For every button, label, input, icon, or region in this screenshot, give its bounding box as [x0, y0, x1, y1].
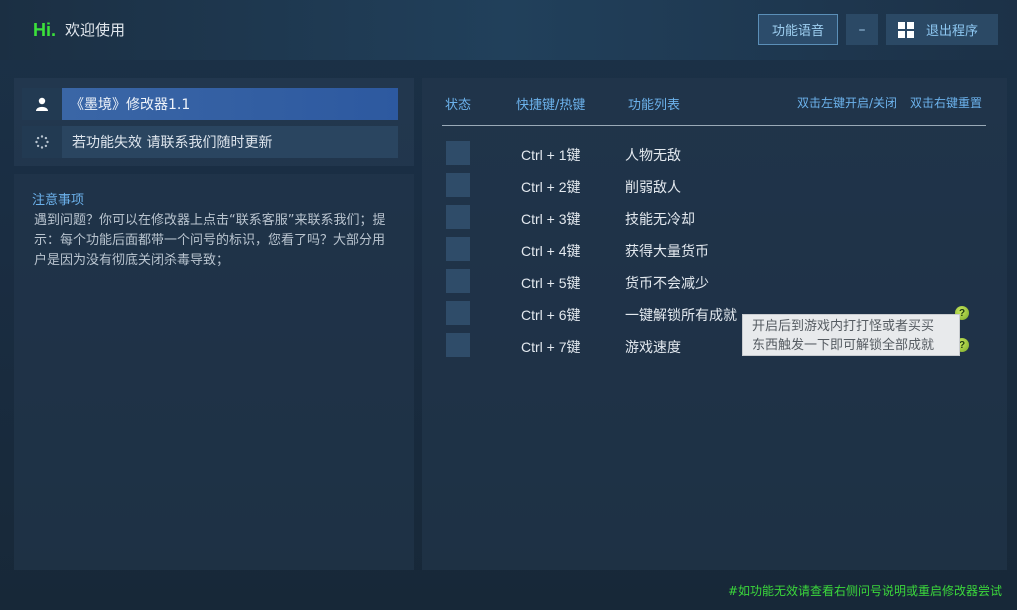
- hotkey: Ctrl + 2键: [521, 179, 581, 195]
- status-toggle[interactable]: [446, 269, 470, 293]
- voice-button[interactable]: 功能语音: [758, 14, 838, 45]
- windows-icon: [898, 21, 914, 38]
- header-bar: Hi. 欢迎使用 功能语音 – 退出程序: [0, 0, 1017, 60]
- feature-name: 货币不会减少: [625, 276, 709, 292]
- feature-name: 游戏速度: [625, 340, 681, 356]
- hotkey: Ctrl + 5键: [521, 275, 581, 291]
- footer-tip: #如功能无效请查看右侧问号说明或重启修改器尝试: [727, 584, 1002, 598]
- hint-double-left-click: 双击左键开启/关闭: [797, 96, 898, 110]
- feature-row[interactable]: Ctrl + 1键 人物无敌: [446, 141, 976, 165]
- welcome-text: 欢迎使用: [65, 21, 126, 39]
- trainer-title-row: 《墨境》修改器1.1: [22, 88, 398, 120]
- status-toggle[interactable]: [446, 205, 470, 229]
- feature-row[interactable]: Ctrl + 2键 削弱敌人: [446, 173, 976, 197]
- notice-body: 遇到问题？你可以在修改器上点击“联系客服”来联系我们；提示：每个功能后面都带一个…: [34, 213, 386, 268]
- user-icon: [22, 88, 62, 120]
- feature-name: 削弱敌人: [625, 180, 681, 196]
- feature-name: 技能无冷却: [625, 212, 695, 228]
- column-features: 功能列表: [628, 98, 681, 113]
- feature-row[interactable]: Ctrl + 4键 获得大量货币: [446, 237, 976, 261]
- tooltip-line-1: 开启后到游戏内打打怪或者买买: [752, 319, 935, 334]
- status-toggle[interactable]: [446, 173, 470, 197]
- status-toggle[interactable]: [446, 141, 470, 165]
- column-hotkey: 快捷键/热键: [516, 98, 586, 113]
- feature-row[interactable]: Ctrl + 5键 货币不会减少: [446, 269, 976, 293]
- help-tooltip: 开启后到游戏内打打怪或者买买 东西触发一下即可解锁全部成就: [742, 314, 960, 356]
- feature-name: 获得大量货币: [625, 244, 709, 260]
- hi-logo: Hi.: [33, 20, 57, 40]
- column-status: 状态: [445, 98, 472, 113]
- status-toggle[interactable]: [446, 333, 470, 357]
- hint-double-right-click: 双击右键重置: [910, 96, 983, 110]
- tooltip-line-2: 东西触发一下即可解锁全部成就: [752, 338, 935, 353]
- update-note: 若功能失效 请联系我们随时更新: [62, 126, 398, 158]
- feature-name: 人物无敌: [625, 148, 681, 164]
- hotkey: Ctrl + 4键: [521, 243, 581, 259]
- trainer-title: 《墨境》修改器1.1: [62, 88, 398, 120]
- exit-button[interactable]: 退出程序: [886, 14, 998, 45]
- header-divider: [442, 125, 986, 126]
- hotkey: Ctrl + 3键: [521, 211, 581, 227]
- update-note-row: 若功能失效 请联系我们随时更新: [22, 126, 398, 158]
- hotkey: Ctrl + 7键: [521, 339, 581, 355]
- notice-title: 注意事项: [32, 193, 85, 208]
- hotkey: Ctrl + 6键: [521, 307, 581, 323]
- hotkey: Ctrl + 1键: [521, 147, 581, 163]
- feature-row[interactable]: Ctrl + 3键 技能无冷却: [446, 205, 976, 229]
- loading-icon: [22, 126, 62, 158]
- status-toggle[interactable]: [446, 237, 470, 261]
- feature-name: 一键解锁所有成就: [625, 308, 737, 324]
- minimize-button[interactable]: –: [846, 14, 878, 45]
- exit-button-label: 退出程序: [926, 24, 979, 39]
- status-toggle[interactable]: [446, 301, 470, 325]
